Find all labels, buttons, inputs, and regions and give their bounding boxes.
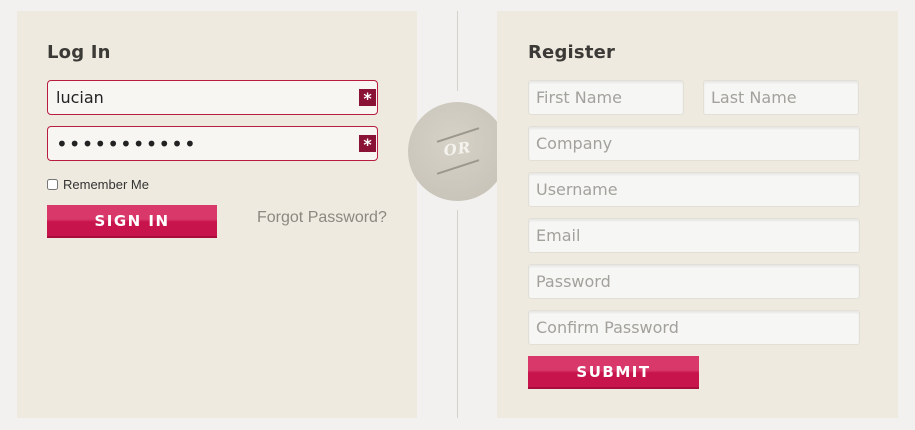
register-username-input[interactable] bbox=[528, 172, 860, 207]
confirm-password-input[interactable] bbox=[528, 310, 860, 345]
required-asterisk-icon: * bbox=[359, 89, 376, 106]
login-panel: Log In * * Remember Me SIGN IN Forgot Pa… bbox=[17, 11, 417, 418]
required-asterisk-icon: * bbox=[359, 135, 376, 152]
remember-me-checkbox[interactable] bbox=[47, 178, 58, 190]
username-input[interactable] bbox=[48, 81, 348, 114]
username-field: * bbox=[47, 80, 378, 115]
password-input[interactable] bbox=[48, 127, 348, 160]
or-label: OR bbox=[442, 138, 473, 160]
register-title: Register bbox=[528, 42, 616, 63]
email-input[interactable] bbox=[528, 218, 860, 253]
divider-line-bottom bbox=[457, 210, 458, 418]
or-slash-bottom bbox=[436, 159, 480, 175]
sign-in-button[interactable]: SIGN IN bbox=[47, 205, 217, 238]
or-badge: OR bbox=[408, 102, 507, 201]
company-input[interactable] bbox=[528, 126, 860, 161]
remember-me-row: Remember Me bbox=[47, 176, 149, 192]
first-name-input[interactable] bbox=[528, 80, 684, 115]
register-panel: Register SUBMIT bbox=[497, 11, 898, 418]
divider-line-top bbox=[457, 11, 458, 91]
forgot-password-link[interactable]: Forgot Password? bbox=[257, 209, 387, 227]
register-password-input[interactable] bbox=[528, 264, 860, 299]
submit-button[interactable]: SUBMIT bbox=[528, 356, 699, 389]
login-title: Log In bbox=[47, 42, 111, 63]
remember-me-label[interactable]: Remember Me bbox=[63, 177, 149, 192]
last-name-input[interactable] bbox=[703, 80, 859, 115]
password-field: * bbox=[47, 126, 378, 161]
